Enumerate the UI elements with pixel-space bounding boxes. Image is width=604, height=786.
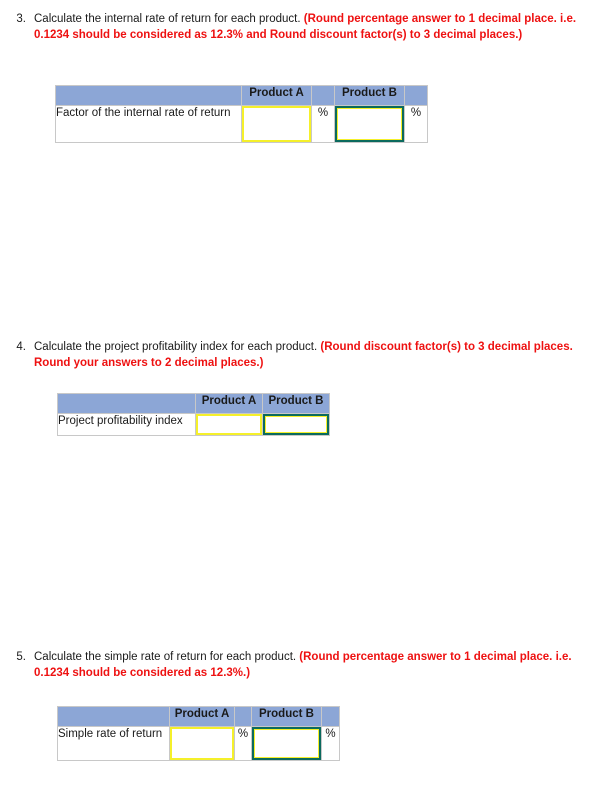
- header-corner-cell: [55, 85, 242, 106]
- question-number-5: 5.: [16, 651, 26, 663]
- percent-symbol-b: %: [321, 726, 340, 761]
- question-text-row-4: 4. Calculate the project profitability i…: [0, 340, 604, 371]
- question-prompt-3: Calculate the internal rate of return fo…: [34, 13, 301, 25]
- header-product-a: Product A: [241, 85, 312, 106]
- cell-product-b: [334, 105, 405, 143]
- percent-symbol-b: %: [404, 105, 428, 143]
- cell-product-b: [262, 413, 330, 436]
- worksheet-page: 3. Calculate the internal rate of return…: [0, 0, 604, 786]
- table-header-row: Product A Product B: [57, 706, 340, 727]
- row-label: Project profitability index: [57, 413, 196, 436]
- header-product-a: Product A: [169, 706, 235, 727]
- table-row: Simple rate of return % %: [57, 726, 340, 761]
- input-product-b[interactable]: [252, 727, 321, 760]
- header-corner-cell: [57, 393, 196, 414]
- answer-table-4: Product A Product B Project profitabilit…: [57, 393, 330, 436]
- header-product-b: Product B: [251, 706, 322, 727]
- question-block-4: 4. Calculate the project profitability i…: [0, 340, 604, 371]
- answer-table-3-wrap: Product A Product B Factor of the intern…: [55, 85, 428, 143]
- row-label: Factor of the internal rate of return: [55, 105, 242, 143]
- answer-table-5: Product A Product B Simple rate of retur…: [57, 706, 340, 761]
- table-header-row: Product A Product B: [55, 85, 428, 106]
- header-percent-b-spacer: [321, 706, 340, 727]
- question-text-4: Calculate the project profitability inde…: [26, 340, 604, 371]
- cell-product-b: [251, 726, 322, 761]
- row-label: Simple rate of return: [57, 726, 170, 761]
- header-percent-a-spacer: [234, 706, 252, 727]
- input-product-a[interactable]: [170, 727, 234, 760]
- question-text-row-3: 3. Calculate the internal rate of return…: [0, 12, 604, 43]
- input-product-a[interactable]: [196, 414, 262, 435]
- answer-table-3: Product A Product B Factor of the intern…: [55, 85, 428, 143]
- question-text-3: Calculate the internal rate of return fo…: [26, 12, 604, 43]
- table-header-row: Product A Product B: [57, 393, 330, 414]
- question-text-row-5: 5. Calculate the simple rate of return f…: [0, 650, 604, 681]
- header-corner-cell: [57, 706, 170, 727]
- answer-table-5-wrap: Product A Product B Simple rate of retur…: [57, 706, 340, 761]
- header-product-b: Product B: [334, 85, 405, 106]
- header-percent-a-spacer: [311, 85, 335, 106]
- percent-symbol-a: %: [311, 105, 335, 143]
- question-block-5: 5. Calculate the simple rate of return f…: [0, 650, 604, 681]
- input-product-b[interactable]: [263, 414, 329, 435]
- header-product-b: Product B: [262, 393, 330, 414]
- cell-product-a: [241, 105, 312, 143]
- table-row: Factor of the internal rate of return % …: [55, 105, 428, 143]
- cell-product-a: [169, 726, 235, 761]
- input-product-a[interactable]: [242, 106, 311, 142]
- question-block-3: 3. Calculate the internal rate of return…: [0, 12, 604, 43]
- question-number-3: 3.: [16, 13, 26, 25]
- header-product-a: Product A: [195, 393, 263, 414]
- cell-product-a: [195, 413, 263, 436]
- question-prompt-4: Calculate the project profitability inde…: [34, 341, 318, 353]
- answer-table-4-wrap: Product A Product B Project profitabilit…: [57, 393, 330, 436]
- percent-symbol-a: %: [234, 726, 252, 761]
- question-text-5: Calculate the simple rate of return for …: [26, 650, 604, 681]
- question-prompt-5: Calculate the simple rate of return for …: [34, 651, 297, 663]
- question-number-4: 4.: [16, 341, 26, 353]
- header-percent-b-spacer: [404, 85, 428, 106]
- table-row: Project profitability index: [57, 413, 330, 436]
- input-product-b[interactable]: [335, 106, 404, 142]
